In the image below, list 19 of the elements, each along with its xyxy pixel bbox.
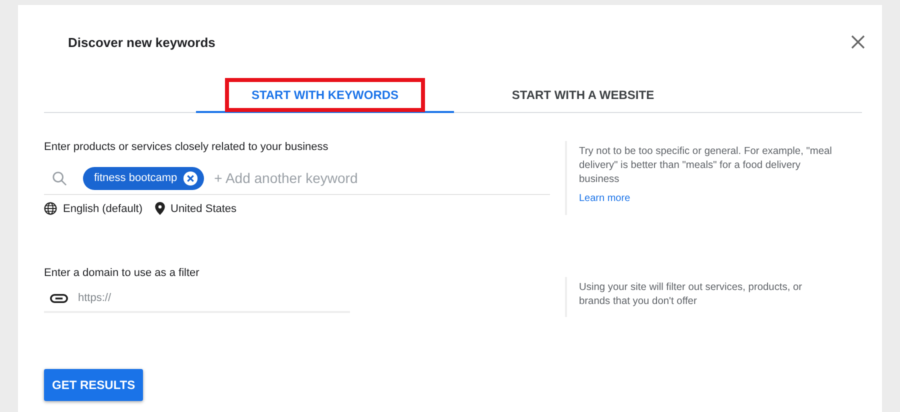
tab[interactable]: START WITH A WEBSITE: [454, 79, 712, 113]
field-label: Enter a domain to use as a filter: [44, 267, 200, 279]
location-pin-icon: [154, 202, 164, 215]
keyword-chip[interactable]: fitness bootcamp: [83, 166, 204, 190]
field-label: Enter products or services closely related to your business: [44, 141, 330, 153]
location-setting[interactable]: United States: [170, 202, 237, 214]
dialog-title: Discover new keywords: [68, 34, 216, 50]
tab[interactable]: START WITH KEYWORDS: [196, 79, 454, 113]
hint-text: Using your site will filter out services, products, or brands that you don't offer: [579, 281, 804, 309]
link-icon: [50, 294, 68, 303]
search-icon: [52, 170, 67, 186]
globe-icon: [44, 202, 57, 215]
get-results-button[interactable]: GET RESULTS: [44, 369, 144, 401]
language-setting[interactable]: English (default): [63, 202, 142, 214]
close-icon[interactable]: [851, 35, 865, 49]
keyword-field[interactable]: fitness bootcamp + Add another keyword: [44, 162, 550, 195]
hint-text: Try not to be too specific or general. For example, "meal delivery" is better than "meals" for a food delivery business: [579, 145, 833, 187]
learn-more-link[interactable]: Learn more: [579, 193, 841, 204]
remove-icon[interactable]: [183, 170, 198, 186]
